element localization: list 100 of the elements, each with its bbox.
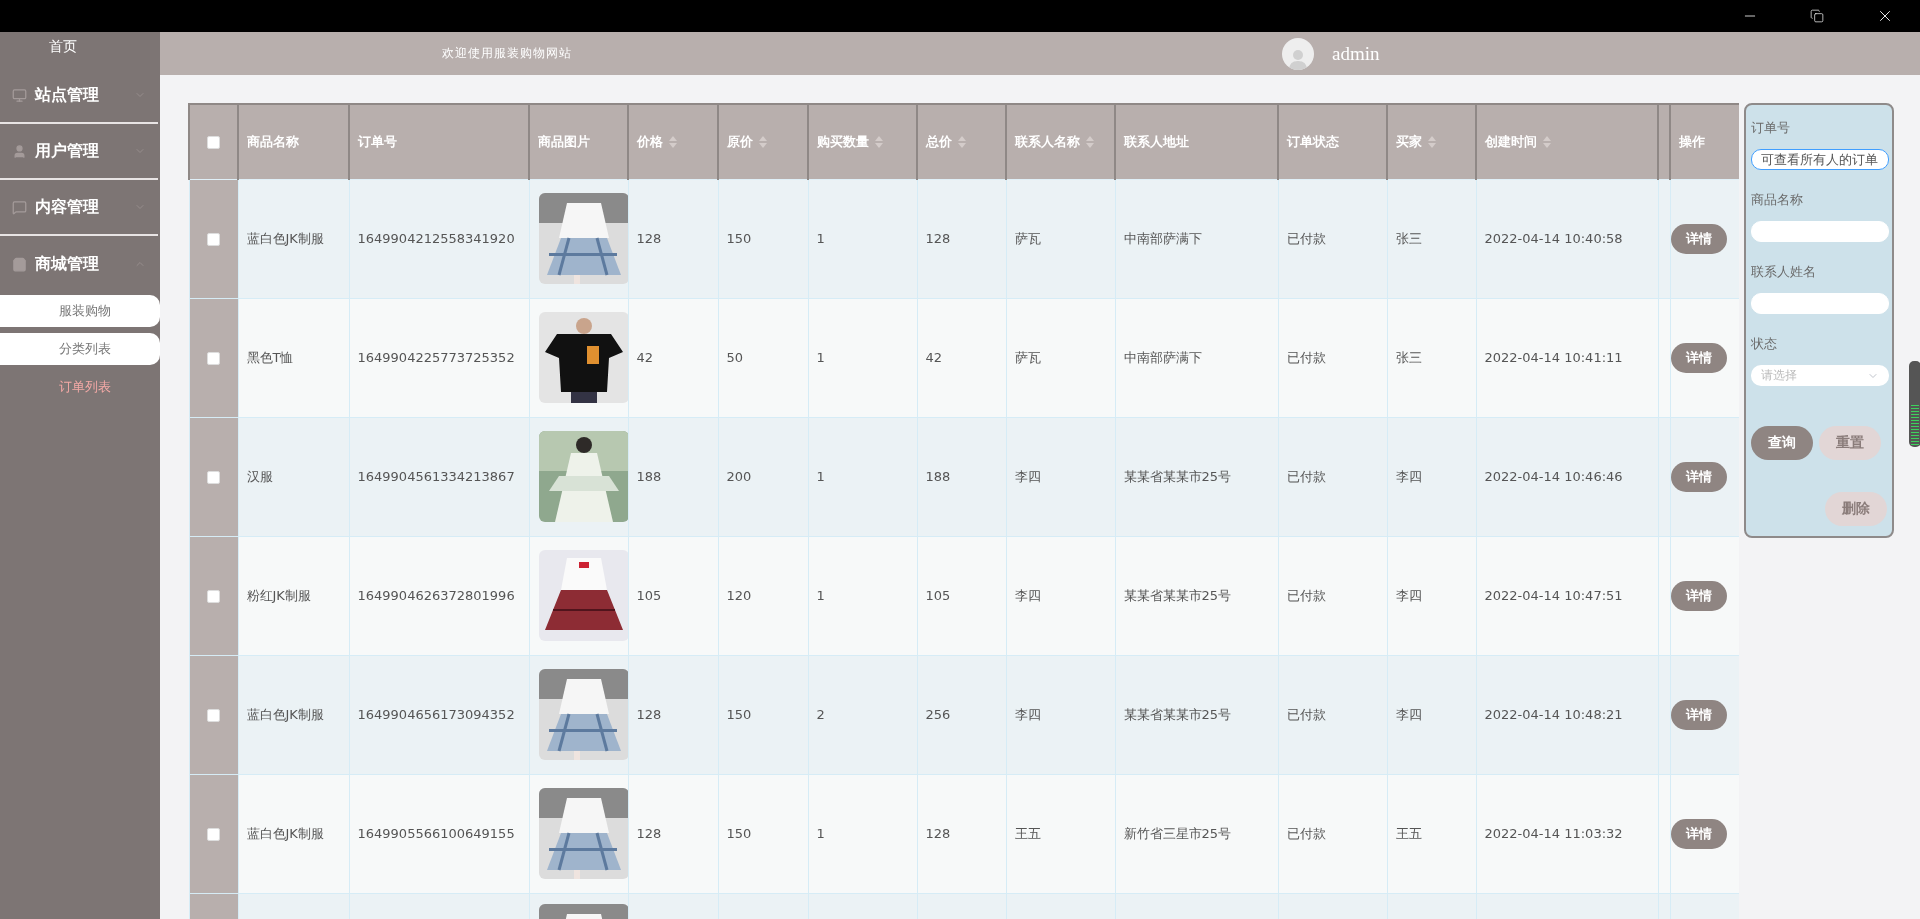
table-cell: 王五	[1387, 774, 1476, 893]
table-cell: 李四	[1006, 655, 1115, 774]
table-cell: 128	[628, 655, 718, 774]
table-cell: 中南部萨满下	[1115, 179, 1278, 298]
search-button[interactable]: 查询	[1751, 426, 1813, 460]
table-cell: 蓝白色JK制服	[238, 179, 349, 298]
sort-icon[interactable]	[1543, 136, 1551, 149]
checkbox[interactable]	[207, 352, 220, 365]
avatar-icon[interactable]	[1282, 37, 1314, 70]
table-cell: 200	[718, 417, 808, 536]
welcome-text: 欢迎使用服装购物网站	[442, 45, 573, 62]
submenu-item[interactable]: 分类列表	[0, 333, 160, 365]
checkbox[interactable]	[207, 709, 220, 722]
table-cell: 1649904626372801996	[349, 536, 529, 655]
scroll-bar[interactable]	[1909, 361, 1920, 447]
checkbox[interactable]	[207, 471, 220, 484]
details-button[interactable]: 详情	[1670, 342, 1727, 373]
restore-icon[interactable]	[1810, 9, 1824, 23]
table-cell: 1	[808, 298, 917, 417]
checkbox[interactable]	[207, 590, 220, 603]
details-button[interactable]: 详情	[1670, 699, 1727, 730]
menu-item[interactable]: 用户管理	[0, 124, 158, 180]
user-name[interactable]: admin	[1332, 42, 1380, 65]
table-cell: 粉红JK制服	[238, 536, 349, 655]
table-cell: 105	[628, 536, 718, 655]
chat-icon	[12, 199, 27, 215]
column-header: 商品名称	[238, 104, 349, 179]
table-cell: 1	[808, 417, 917, 536]
menu-item[interactable]: 内容管理	[0, 180, 158, 236]
sort-icon[interactable]	[1428, 136, 1436, 149]
column-header[interactable]: 价格	[628, 104, 718, 179]
details-button[interactable]: 详情	[1670, 461, 1727, 492]
table-cell: 已付款	[1278, 774, 1387, 893]
submenu-item[interactable]: 服装购物	[0, 295, 160, 327]
bag-icon	[12, 256, 27, 272]
table-cell: 已付款	[1278, 655, 1387, 774]
table-cell: 2	[808, 655, 917, 774]
field-label: 商品名称	[1751, 191, 1804, 210]
column-header: 订单号	[349, 104, 529, 179]
input-field[interactable]: 可查看所有人的订单	[1751, 149, 1889, 171]
field-label: 订单号	[1751, 119, 1791, 137]
table-cell: 蓝白色JK制服	[238, 655, 349, 774]
table-cell: 已付款	[1278, 536, 1387, 655]
checkbox[interactable]	[207, 136, 220, 150]
table-cell: 李四	[1006, 417, 1115, 536]
user-icon	[12, 143, 27, 159]
column-header[interactable]: 联系人名称	[1006, 104, 1115, 179]
sort-icon[interactable]	[759, 136, 767, 149]
table-cell: 已付款	[1278, 298, 1387, 417]
table-cell: 汉服	[238, 417, 349, 536]
table-cell: 1649904561334213867	[349, 417, 529, 536]
column-header[interactable]: 原价	[718, 104, 808, 179]
table-cell: 已付款	[1278, 179, 1387, 298]
column-header: 操作	[1670, 104, 1739, 179]
sort-icon[interactable]	[875, 136, 883, 149]
table-cell: 某某省某某市25号	[1115, 655, 1278, 774]
table-cell: 1649904656173094352	[349, 655, 529, 774]
table-cell: 1	[808, 774, 917, 893]
table-cell: 1	[808, 179, 917, 298]
table-cell: 128	[917, 179, 1006, 298]
menu-item[interactable]: 商城管理	[0, 236, 158, 292]
table-cell: 萨瓦	[1006, 179, 1115, 298]
table-cell: 已付款	[1278, 417, 1387, 536]
table-cell: 150	[718, 774, 808, 893]
monitor-icon	[12, 87, 27, 103]
details-button[interactable]: 详情	[1670, 818, 1727, 849]
reset-button[interactable]: 重置	[1819, 426, 1881, 460]
details-button[interactable]: 详情	[1670, 580, 1727, 611]
select-field[interactable]: 请选择	[1751, 365, 1889, 386]
column-header[interactable]: 购买数量	[808, 104, 917, 179]
table-cell: 188	[628, 417, 718, 536]
table-cell: 50	[718, 298, 808, 417]
column-header[interactable]: 买家	[1387, 104, 1476, 179]
sort-icon[interactable]	[958, 136, 966, 149]
sort-icon[interactable]	[1086, 136, 1094, 149]
table-cell: 新竹省三星市25号	[1115, 774, 1278, 893]
table-cell: 张三	[1387, 298, 1476, 417]
details-button[interactable]: 详情	[1670, 223, 1727, 254]
table-cell: 150	[718, 655, 808, 774]
input-field[interactable]	[1751, 221, 1889, 243]
checkbox[interactable]	[207, 828, 220, 841]
submenu-item[interactable]: 订单列表	[0, 371, 160, 403]
menu-item[interactable]: 站点管理	[0, 68, 158, 124]
table-cell: 张三	[1387, 179, 1476, 298]
delete-button[interactable]: 删除	[1825, 492, 1887, 526]
table-cell: 李四	[1387, 655, 1476, 774]
table-cell: 某某省某某市25号	[1115, 536, 1278, 655]
table-cell: 120	[718, 536, 808, 655]
input-field[interactable]	[1751, 293, 1889, 315]
table-cell: 128	[628, 179, 718, 298]
table-cell: 中南部萨满下	[1115, 298, 1278, 417]
column-header: 联系人地址	[1115, 104, 1278, 179]
home-link[interactable]: 首页	[0, 36, 126, 68]
column-header[interactable]: 总价	[917, 104, 1006, 179]
column-header[interactable]: 创建时间	[1476, 104, 1658, 179]
table-cell: 王五	[1006, 774, 1115, 893]
sort-icon[interactable]	[669, 136, 677, 149]
table-cell: 黑色T恤	[238, 298, 349, 417]
checkbox[interactable]	[207, 233, 220, 246]
table-cell: 128	[628, 774, 718, 893]
